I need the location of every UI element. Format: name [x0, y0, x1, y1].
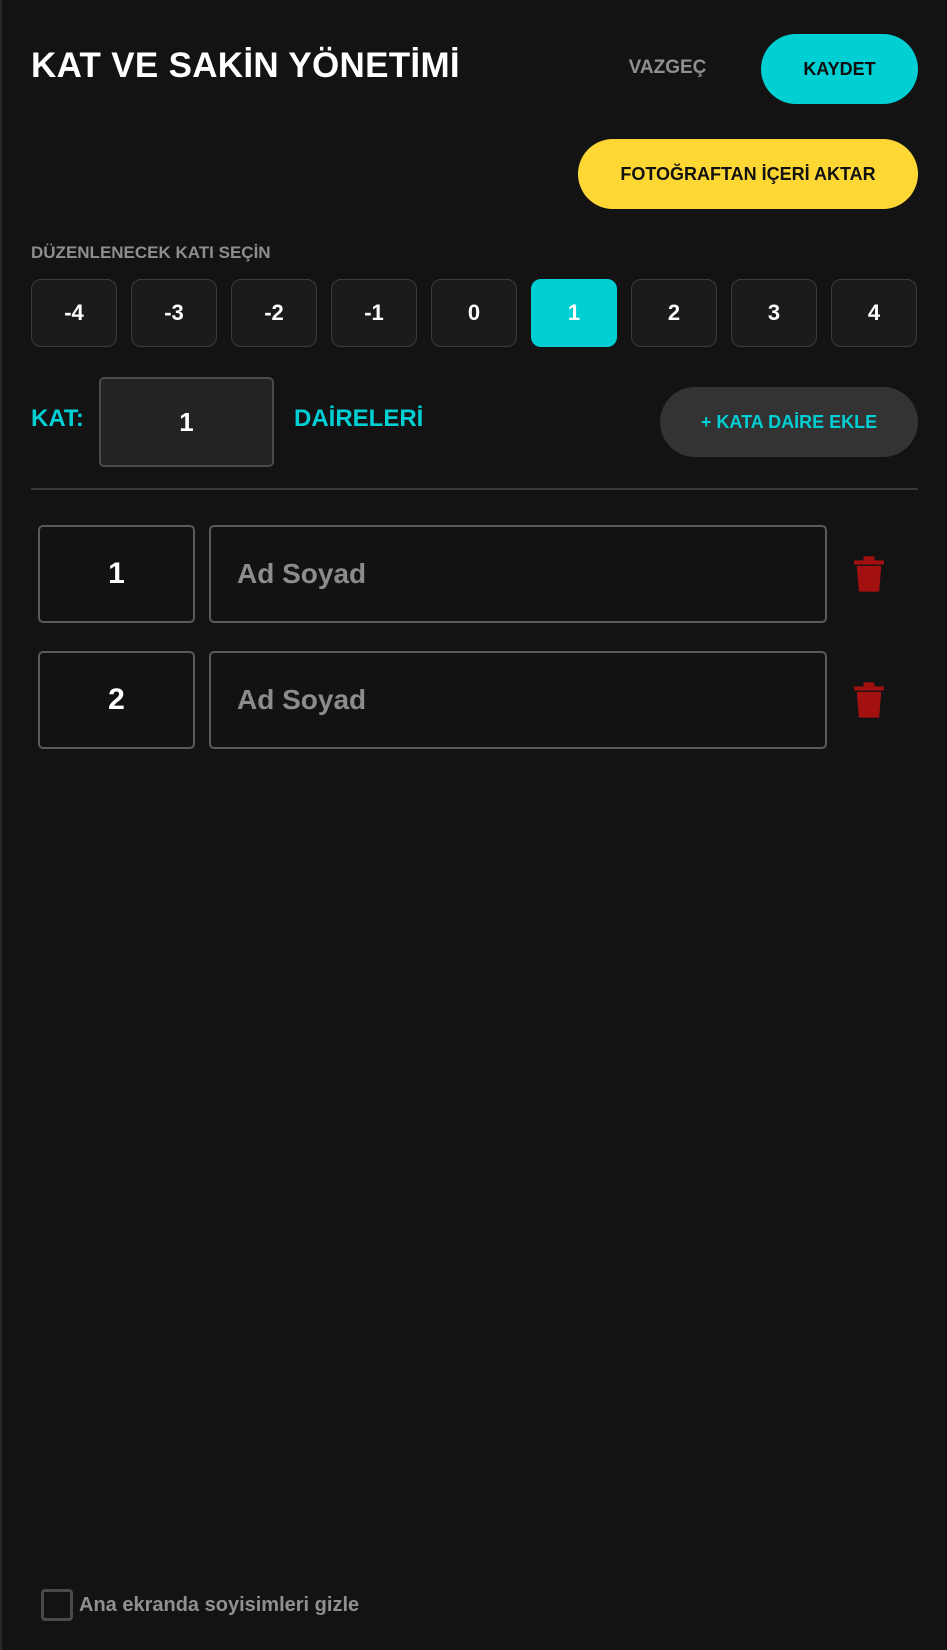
floor-button[interactable]: -2 [231, 279, 317, 347]
page-title: KAT VE SAKİN YÖNETİMİ [31, 46, 460, 85]
hide-surnames-label: Ana ekranda soyisimleri gizle [79, 1593, 360, 1616]
floor-button[interactable]: -4 [31, 279, 117, 347]
unit-number-input[interactable] [38, 651, 195, 749]
floor-select-label: DÜZENLENECEK KATI SEÇİN [31, 243, 271, 262]
floor-button[interactable]: -3 [131, 279, 217, 347]
trash-icon[interactable] [852, 555, 886, 593]
floor-number-input[interactable] [99, 377, 274, 467]
divider [31, 488, 918, 490]
save-button[interactable]: KAYDET [761, 34, 918, 104]
window-edge [0, 0, 2, 1650]
hide-surnames-checkbox[interactable] [41, 1589, 73, 1621]
trash-icon[interactable] [852, 681, 886, 719]
floor-button[interactable]: 1 [531, 279, 617, 347]
units-label: DAİRELERİ [294, 405, 424, 432]
floor-button[interactable]: -1 [331, 279, 417, 347]
resident-name-input[interactable] [209, 651, 827, 749]
import-from-photo-button[interactable]: FOTOĞRAFTAN İÇERİ AKTAR [578, 139, 918, 209]
add-unit-button[interactable]: + KATA DAİRE EKLE [660, 387, 918, 457]
floor-button[interactable]: 4 [831, 279, 917, 347]
resident-name-input[interactable] [209, 525, 827, 623]
floor-selector[interactable]: -4 -3 -2 -1 0 1 2 3 4 [31, 279, 919, 349]
cancel-button[interactable]: VAZGEÇ [610, 50, 725, 86]
floor-button[interactable]: 2 [631, 279, 717, 347]
floor-button[interactable]: 0 [431, 279, 517, 347]
unit-number-input[interactable] [38, 525, 195, 623]
floor-button[interactable]: 3 [731, 279, 817, 347]
floor-label: KAT: [31, 405, 84, 432]
hide-surnames-option[interactable]: Ana ekranda soyisimleri gizle [41, 1587, 359, 1623]
